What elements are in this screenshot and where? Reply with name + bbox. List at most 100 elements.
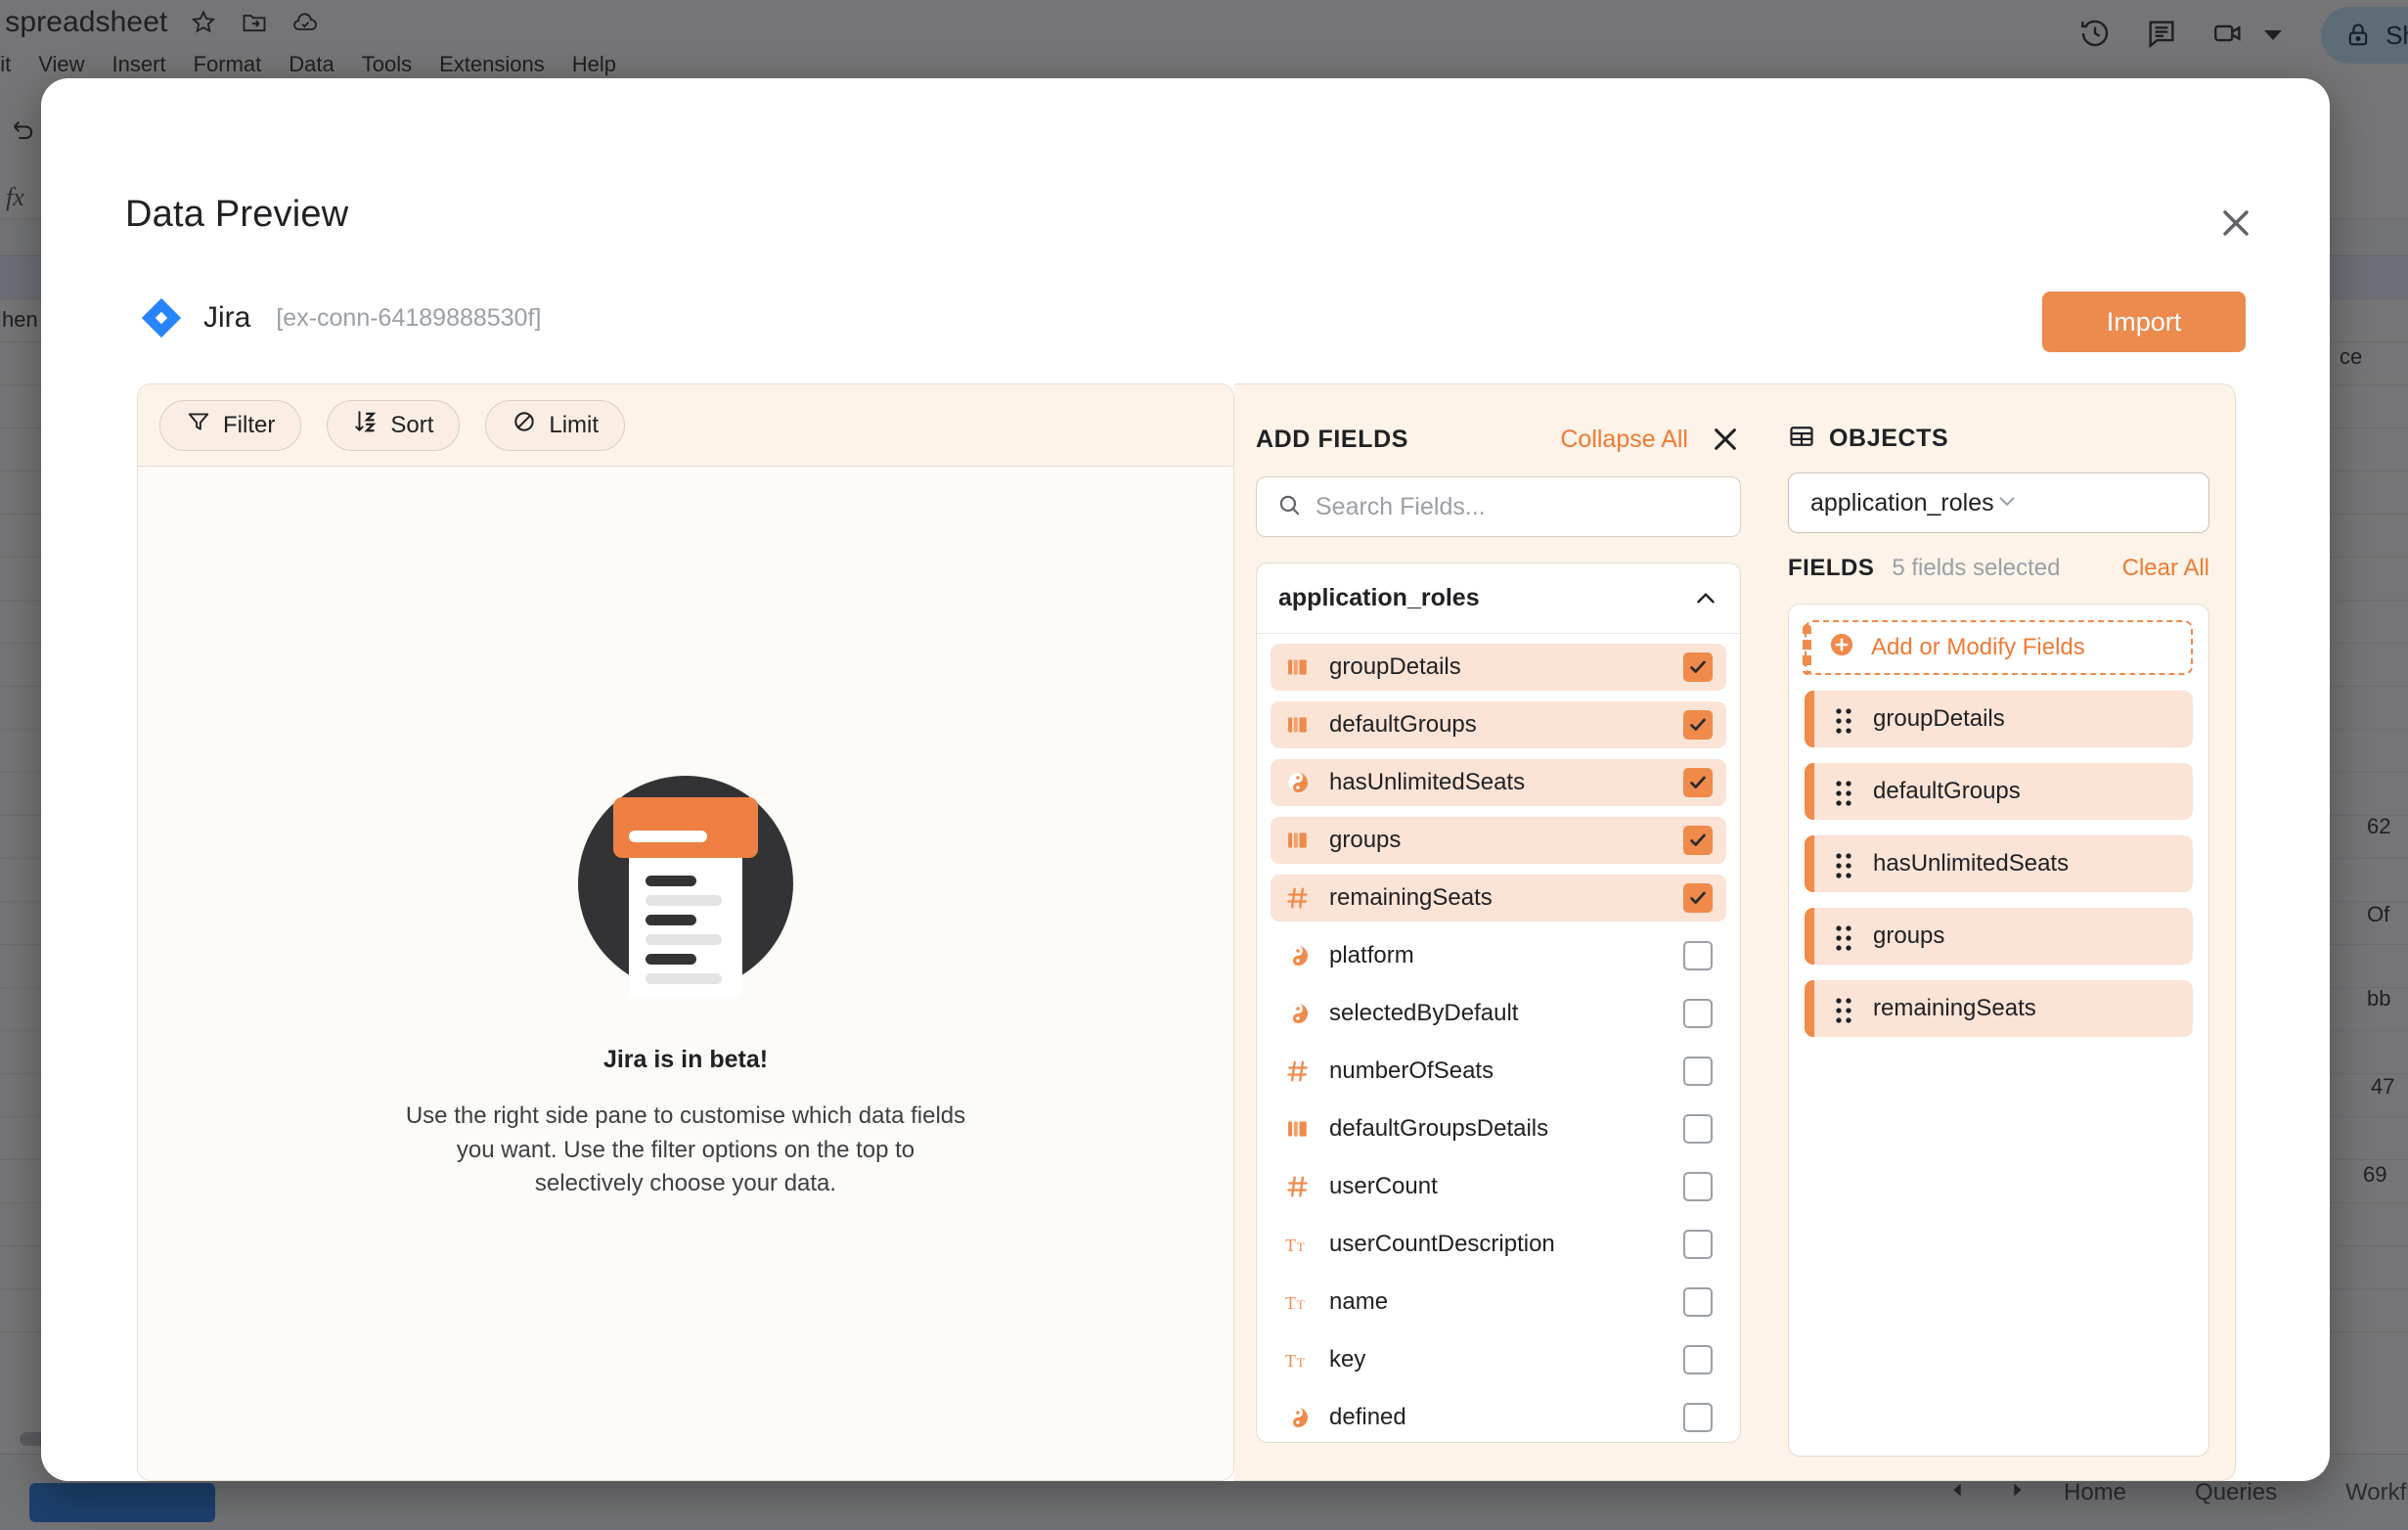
clear-all-button[interactable]: Clear All <box>2122 555 2209 582</box>
field-checkbox[interactable] <box>1683 883 1713 913</box>
search-fields-box[interactable] <box>1256 476 1741 537</box>
number-type-icon <box>1284 884 1312 912</box>
field-row[interactable]: defaultGroupsDetails <box>1271 1105 1726 1152</box>
drag-handle-icon[interactable] <box>1834 851 1853 878</box>
field-checkbox[interactable] <box>1683 768 1713 797</box>
field-group-header[interactable]: application_roles <box>1257 563 1740 634</box>
number-type-icon <box>1287 1176 1308 1197</box>
sort-button[interactable]: Sort <box>327 399 461 451</box>
selected-field-items: groupDetails defaultGroups hasUnlimitedSea… <box>1805 691 2193 1037</box>
drag-handle-icon[interactable] <box>1834 996 1853 1023</box>
field-checkbox[interactable] <box>1683 941 1713 970</box>
boolean-type-icon <box>1287 772 1309 793</box>
field-row[interactable]: T Tname <box>1271 1279 1726 1326</box>
data-preview-dialog: Data Preview Jira [ex-conn-64189888530f]… <box>41 78 2330 1481</box>
array-type-icon <box>1288 832 1307 848</box>
check-icon <box>1690 891 1706 904</box>
text-type-icon: TT <box>1285 1236 1305 1255</box>
field-checkbox[interactable] <box>1683 1230 1713 1259</box>
svg-text:T: T <box>1285 1351 1296 1371</box>
add-or-modify-fields-button[interactable]: Add or Modify Fields <box>1803 620 2193 675</box>
connector-name: Jira <box>203 301 251 334</box>
drag-handle-icon[interactable] <box>1834 779 1853 806</box>
import-button[interactable]: Import <box>2042 292 2246 352</box>
chevron-up-icon[interactable] <box>1693 586 1718 611</box>
number-type-icon <box>1284 1058 1312 1085</box>
field-name: name <box>1329 1288 1389 1315</box>
sort-label: Sort <box>390 411 434 438</box>
empty-state-text: Use the right side pane to customise whi… <box>405 1102 966 1197</box>
field-name: groups <box>1329 827 1402 853</box>
field-row[interactable]: selectedByDefault <box>1271 990 1726 1037</box>
field-row[interactable]: defined <box>1271 1394 1726 1441</box>
limit-button[interactable]: Limit <box>485 399 626 451</box>
field-checkbox[interactable] <box>1683 652 1713 682</box>
drag-handle-icon[interactable] <box>1834 923 1853 951</box>
selected-field-item[interactable]: groups <box>1805 908 2193 965</box>
field-name: numberOfSeats <box>1329 1058 1494 1084</box>
selected-field-name: defaultGroups <box>1873 778 2021 804</box>
selected-field-item[interactable]: defaultGroups <box>1805 763 2193 820</box>
field-checkbox[interactable] <box>1683 710 1713 740</box>
number-type-icon <box>1287 887 1308 909</box>
boolean-type-icon <box>1284 1000 1312 1027</box>
field-row[interactable]: groups <box>1271 817 1726 864</box>
filter-icon <box>186 409 211 441</box>
field-row[interactable]: userCount <box>1271 1163 1726 1210</box>
field-row[interactable]: T Tkey <box>1271 1336 1726 1383</box>
svg-text:T: T <box>1285 1236 1296 1255</box>
selected-field-name: groups <box>1873 922 1945 949</box>
selected-field-name: hasUnlimitedSeats <box>1873 850 2070 877</box>
field-row[interactable]: remainingSeats <box>1271 875 1726 922</box>
collapse-all-button[interactable]: Collapse All <box>1560 426 1688 454</box>
field-row[interactable]: groupDetails <box>1271 644 1726 691</box>
check-icon <box>1690 833 1706 846</box>
field-checkbox[interactable] <box>1683 1345 1713 1374</box>
array-type-icon <box>1288 717 1307 733</box>
field-checkbox[interactable] <box>1683 1114 1713 1144</box>
chevron-down-icon[interactable] <box>1994 488 2020 518</box>
field-row[interactable]: numberOfSeats <box>1271 1048 1726 1095</box>
object-select-dropdown[interactable]: application_roles <box>1788 472 2209 533</box>
close-icon[interactable] <box>2214 202 2257 245</box>
empty-state-title: Jira is in beta! <box>602 1045 769 1073</box>
array-type-icon <box>1284 653 1312 681</box>
field-checkbox[interactable] <box>1683 1057 1713 1086</box>
field-row[interactable]: T TuserCountDescription <box>1271 1221 1726 1268</box>
close-icon[interactable] <box>1710 424 1741 455</box>
array-type-icon <box>1284 711 1312 739</box>
field-rows: groupDetails defaultGroups hasUnlimitedSea… <box>1257 634 1740 1441</box>
field-checkbox[interactable] <box>1683 1403 1713 1432</box>
field-checkbox[interactable] <box>1683 1287 1713 1317</box>
field-checkbox[interactable] <box>1683 826 1713 855</box>
svg-text:T: T <box>1297 1240 1305 1254</box>
drag-handle-icon <box>1836 708 1851 734</box>
field-name: defaultGroups <box>1329 711 1477 738</box>
selected-field-item[interactable]: remainingSeats <box>1805 980 2193 1037</box>
preview-toolbar: Filter Sort Limit <box>138 384 1233 467</box>
limit-icon <box>512 409 537 441</box>
objects-fields-bar: FIELDS 5 fields selected Clear All <box>1788 533 2209 604</box>
drag-handle-icon <box>1836 925 1851 951</box>
search-fields-input[interactable] <box>1315 492 1720 521</box>
selected-field-item[interactable]: groupDetails <box>1805 691 2193 747</box>
drag-handle-icon <box>1836 853 1851 878</box>
array-type-icon <box>1288 659 1307 675</box>
field-checkbox[interactable] <box>1683 1172 1713 1201</box>
field-row[interactable]: hasUnlimitedSeats <box>1271 759 1726 806</box>
objects-header: OBJECTS <box>1788 404 2209 472</box>
boolean-type-icon <box>1287 1407 1309 1428</box>
field-checkbox[interactable] <box>1683 999 1713 1028</box>
sort-az-icon <box>353 409 379 441</box>
objects-title: OBJECTS <box>1829 424 1949 452</box>
dialog-panels: Filter Sort Limit Jira is in beta! Use t… <box>137 383 2236 1481</box>
selected-field-item[interactable]: hasUnlimitedSeats <box>1805 835 2193 892</box>
selected-fields-list: Add or Modify Fields groupDetails default… <box>1788 604 2209 1457</box>
drag-handle-icon[interactable] <box>1834 706 1853 734</box>
text-type-icon: TT <box>1284 1231 1312 1258</box>
filter-button[interactable]: Filter <box>159 399 302 451</box>
boolean-type-icon <box>1287 945 1309 967</box>
field-row[interactable]: defaultGroups <box>1271 701 1726 748</box>
field-row[interactable]: platform <box>1271 932 1726 979</box>
field-name: defaultGroupsDetails <box>1329 1115 1549 1142</box>
